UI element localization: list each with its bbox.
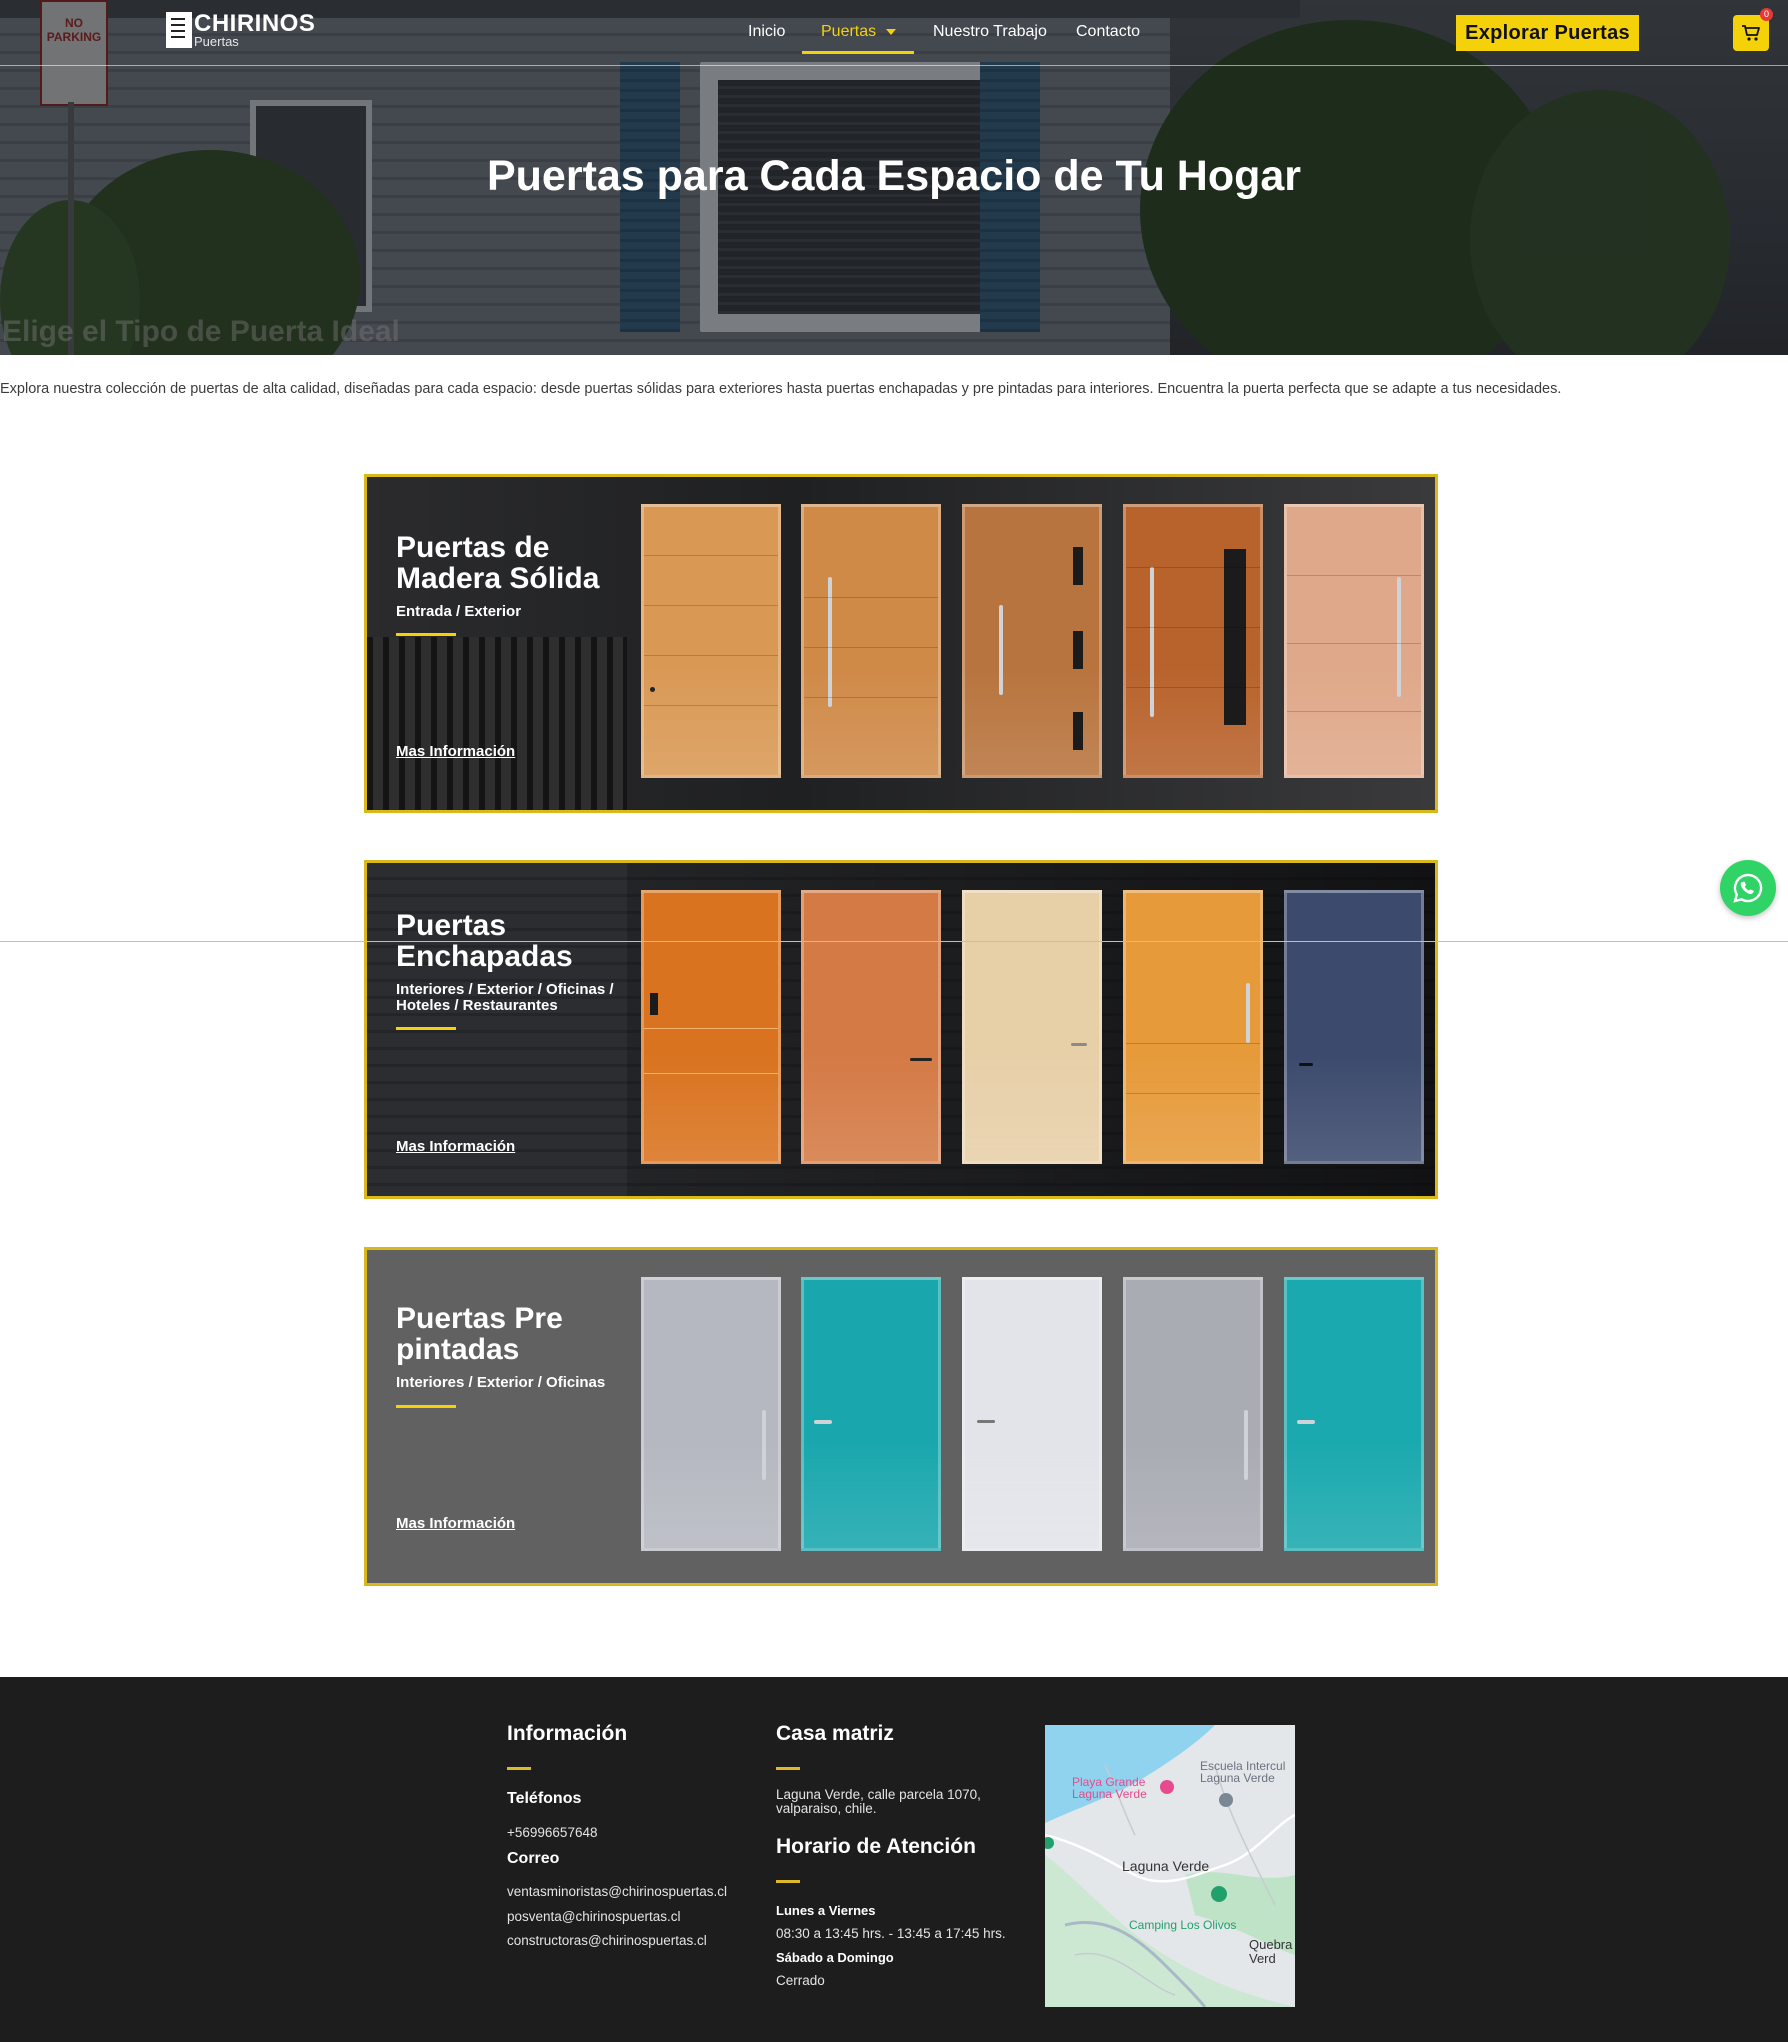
- door-image: [1284, 1277, 1424, 1551]
- map-label-playa: Playa Grande Laguna Verde: [1072, 1775, 1147, 1801]
- footer-office-heading: Casa matriz: [776, 1722, 894, 1745]
- whatsapp-icon: [1733, 873, 1763, 903]
- top-navbar: CHIRINOS Puertas Inicio Puertas Nuestro …: [0, 0, 1788, 66]
- footer-accent-bar: [776, 1767, 800, 1770]
- map-label-quebrada: Quebra Verd: [1249, 1937, 1293, 1966]
- footer-accent-bar: [507, 1767, 531, 1770]
- door-image: [641, 890, 781, 1164]
- hero-title: Puertas para Cada Espacio de Tu Hogar: [486, 152, 1302, 200]
- card-accent-bar: [396, 1027, 456, 1030]
- cart-icon: [1742, 25, 1760, 41]
- phone-link[interactable]: +56996657648: [507, 1825, 597, 1840]
- card-subtitle: Interiores / Exterior / Oficinas / Hotele…: [396, 981, 614, 1014]
- nav-item-inicio[interactable]: Inicio: [748, 23, 785, 41]
- category-card-pre-pintadas[interactable]: Puertas Pre pintadas Interiores / Exterio…: [364, 1247, 1438, 1586]
- door-image: [801, 504, 941, 778]
- door-image: [1123, 890, 1263, 1164]
- door-image: [962, 890, 1102, 1164]
- door-image: [801, 890, 941, 1164]
- door-image: [962, 1277, 1102, 1551]
- email-link[interactable]: constructoras@chirinospuertas.cl: [507, 1933, 707, 1948]
- cart-count-badge: 0: [1760, 8, 1773, 21]
- card-accent-bar: [396, 1405, 456, 1408]
- map-label-town: Laguna Verde: [1122, 1858, 1210, 1874]
- door-image: [1284, 890, 1424, 1164]
- nav-item-puertas[interactable]: Puertas: [821, 23, 897, 41]
- railing-decoration: [367, 637, 627, 810]
- more-info-link[interactable]: Mas Información: [396, 743, 515, 760]
- office-address: Laguna Verde, calle parcela 1070, valpara…: [776, 1787, 981, 1816]
- phones-label: Teléfonos: [507, 1790, 582, 1807]
- cart-button[interactable]: 0: [1733, 8, 1773, 51]
- email-link[interactable]: posventa@chirinospuertas.cl: [507, 1909, 681, 1924]
- nav-item-contacto[interactable]: Contacto: [1076, 23, 1140, 41]
- location-map[interactable]: Playa Grande Laguna Verde Escuela Intercu…: [1045, 1725, 1295, 2007]
- intro-paragraph: Explora nuestra colección de puertas de …: [0, 381, 1562, 397]
- category-card-madera-solida[interactable]: Puertas de Madera Sólida Entrada / Exteri…: [364, 474, 1438, 813]
- map-label-camping: Camping Los Olivos: [1129, 1918, 1237, 1932]
- whatsapp-button[interactable]: [1720, 860, 1776, 916]
- card-accent-bar: [396, 633, 456, 636]
- email-link[interactable]: ventasminoristas@chirinospuertas.cl: [507, 1884, 727, 1899]
- nav-item-nuestro-trabajo[interactable]: Nuestro Trabajo: [933, 23, 1047, 41]
- door-image: [1123, 1277, 1263, 1551]
- footer-info-heading: Información: [507, 1722, 628, 1745]
- nav-item-puertas-label: Puertas: [821, 23, 877, 40]
- email-label: Correo: [507, 1850, 560, 1867]
- active-nav-underline: [802, 51, 914, 54]
- more-info-link[interactable]: Mas Información: [396, 1138, 515, 1155]
- card-title: Puertas Pre pintadas: [396, 1302, 563, 1366]
- card-title: Puertas de Madera Sólida: [396, 531, 600, 595]
- door-image: [801, 1277, 941, 1551]
- hero-faded-heading: Elige el Tipo de Puerta Ideal: [2, 315, 400, 348]
- card-subtitle: Interiores / Exterior / Oficinas: [396, 1374, 606, 1391]
- door-image: [962, 504, 1102, 778]
- door-image: [641, 504, 781, 778]
- weekend-label: Sábado a Domingo: [776, 1950, 894, 1965]
- hours-heading: Horario de Atención: [776, 1835, 976, 1858]
- site-footer: [0, 1677, 1788, 2042]
- explore-doors-button[interactable]: Explorar Puertas: [1456, 15, 1639, 51]
- more-info-link[interactable]: Mas Información: [396, 1515, 515, 1532]
- door-image: [1284, 504, 1424, 778]
- weekdays-hours: 08:30 a 13:45 hrs. - 13:45 a 17:45 hrs.: [776, 1926, 1006, 1941]
- door-image: [641, 1277, 781, 1551]
- chevron-down-icon: [886, 28, 897, 35]
- card-subtitle: Entrada / Exterior: [396, 603, 522, 620]
- door-image: [1123, 504, 1263, 778]
- weekdays-label: Lunes a Viernes: [776, 1903, 876, 1918]
- page-divider: [0, 941, 1788, 942]
- weekend-hours: Cerrado: [776, 1973, 825, 1988]
- footer-accent-bar: [776, 1880, 800, 1883]
- map-label-escuela: Escuela Intercul Laguna Verde: [1200, 1759, 1286, 1785]
- category-card-enchapadas[interactable]: Puertas Enchapadas Interiores / Exterior …: [364, 860, 1438, 1199]
